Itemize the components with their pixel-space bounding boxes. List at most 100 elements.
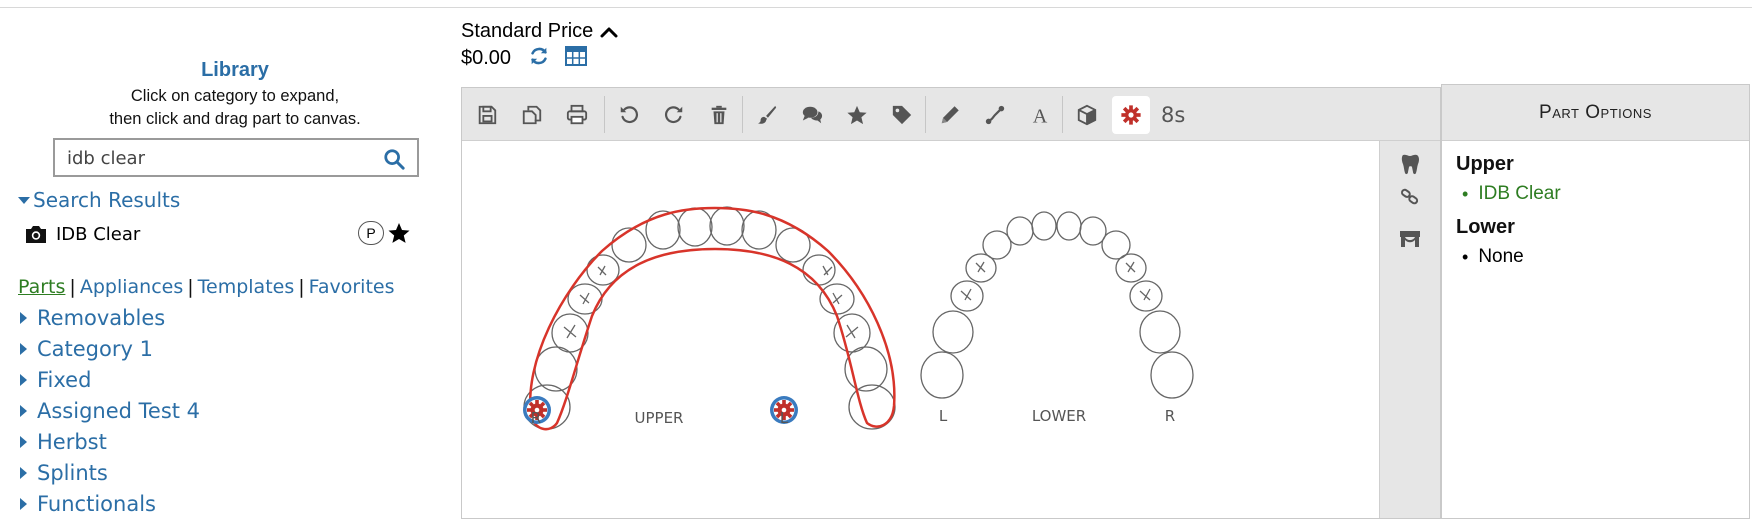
trash-icon[interactable]: [696, 92, 741, 137]
lower-heading: Lower: [1456, 216, 1515, 238]
settings-gear-icon[interactable]: [1112, 95, 1150, 134]
save-icon[interactable]: [464, 92, 509, 137]
bridge-icon[interactable]: [1395, 224, 1425, 254]
price-label: Standard Price: [461, 20, 594, 42]
draw-tools: A: [927, 88, 1062, 141]
category-item-splints[interactable]: Splints: [18, 457, 200, 488]
upper-arch[interactable]: [523, 206, 896, 430]
cube-icon[interactable]: [1064, 92, 1109, 137]
part-options-title: Part Options: [1442, 85, 1749, 141]
toolbar-divider: [925, 96, 926, 133]
search-results-toggle[interactable]: Search Results: [18, 188, 180, 212]
caret-right-icon: [20, 466, 27, 479]
library-nav: Parts | Appliances | Templates | Favorites: [18, 276, 394, 298]
upper-right-side-label: R: [531, 409, 541, 427]
caret-right-icon: [20, 373, 27, 386]
part-options-body: Upper IDB Clear Lower None: [1442, 141, 1749, 271]
lower-arch[interactable]: [920, 211, 1194, 399]
category-label: Splints: [37, 460, 108, 485]
library-title: Library: [201, 59, 269, 81]
autosave-timer: 8s: [1161, 102, 1186, 127]
svg-text:A: A: [1032, 105, 1047, 126]
chevron-up-icon: [600, 27, 618, 37]
lower-right-side-label: R: [1165, 407, 1175, 425]
caret-right-icon: [20, 497, 27, 510]
lower-arch-label: LOWER: [1032, 407, 1086, 425]
library-instructions: Click on category to expand, then click …: [0, 85, 470, 131]
instruction-line-2: then click and drag part to canvas.: [109, 110, 361, 128]
nav-templates-link[interactable]: Templates: [198, 276, 295, 298]
comments-icon[interactable]: [789, 92, 834, 137]
category-label: Functionals: [37, 491, 156, 516]
redo-icon[interactable]: [651, 92, 696, 137]
camera-icon[interactable]: [24, 223, 48, 245]
copy-icon[interactable]: [509, 92, 554, 137]
paintbrush-icon[interactable]: [744, 92, 789, 137]
edit-tools: [606, 88, 741, 141]
search-box: [53, 138, 419, 177]
annotate-tools: [744, 88, 924, 141]
library-panel: Library Click on category to expand, the…: [0, 0, 420, 522]
refresh-icon[interactable]: [528, 45, 550, 67]
star-icon[interactable]: [834, 92, 879, 137]
lower-left-side-label: L: [939, 407, 948, 425]
design-editor: A 8s R UPPER L L LOWER R: [461, 87, 1441, 519]
wire-icon[interactable]: [972, 92, 1017, 137]
print-icon[interactable]: [554, 92, 599, 137]
link-icon[interactable]: [1395, 182, 1425, 212]
file-tools: [464, 88, 599, 141]
nav-parts-link[interactable]: Parts: [18, 276, 65, 298]
category-item-functionals[interactable]: Functionals: [18, 488, 200, 519]
nav-separator: |: [69, 276, 76, 298]
design-canvas[interactable]: R UPPER L L LOWER R: [462, 141, 1379, 518]
pencil-icon[interactable]: [927, 92, 972, 137]
upper-part-item[interactable]: IDB Clear: [1456, 180, 1749, 208]
toolbar-divider: [742, 96, 743, 133]
tag-icon[interactable]: [879, 92, 924, 137]
price-toggle[interactable]: Standard Price: [461, 20, 619, 43]
nav-favorites-link[interactable]: Favorites: [309, 276, 395, 298]
lower-part-item: None: [1456, 243, 1749, 271]
upper-left-side-label: L: [780, 409, 789, 427]
category-label: Assigned Test 4: [37, 398, 201, 423]
text-icon[interactable]: A: [1017, 92, 1062, 137]
category-label: Herbst: [37, 429, 107, 454]
caret-right-icon: [20, 311, 27, 324]
nav-separator: |: [298, 276, 305, 298]
favorite-star-icon[interactable]: [387, 221, 411, 245]
search-result-label: IDB Clear: [56, 223, 141, 245]
category-label: Category 1: [37, 336, 153, 361]
search-result-item[interactable]: IDB Clear P: [24, 219, 414, 249]
price-table-icon[interactable]: [565, 46, 587, 66]
nav-appliances-link[interactable]: Appliances: [80, 276, 183, 298]
caret-right-icon: [20, 342, 27, 355]
toolbar-divider: [604, 96, 605, 133]
search-results-label: Search Results: [33, 188, 181, 212]
editor-toolbar: A 8s: [462, 88, 1440, 141]
caret-right-icon: [20, 435, 27, 448]
category-item-herbst[interactable]: Herbst: [18, 426, 200, 457]
category-item-removables[interactable]: Removables: [18, 302, 200, 333]
tooth-icon[interactable]: [1395, 149, 1425, 179]
upper-heading: Upper: [1456, 153, 1514, 175]
category-item-category-1[interactable]: Category 1: [18, 333, 200, 364]
view-tools: 8s: [1064, 88, 1185, 141]
lower-part-list: None: [1456, 243, 1749, 271]
undo-icon[interactable]: [606, 92, 651, 137]
category-label: Removables: [37, 305, 166, 330]
side-toolbar: [1379, 141, 1440, 518]
toolbar-divider: [1062, 96, 1063, 133]
category-item-fixed[interactable]: Fixed: [18, 364, 200, 395]
search-icon[interactable]: [383, 148, 405, 170]
category-label: Fixed: [37, 367, 92, 392]
part-type-badge: P: [358, 221, 384, 245]
nav-separator: |: [187, 276, 194, 298]
category-item-assigned-test-4[interactable]: Assigned Test 4: [18, 395, 200, 426]
caret-right-icon: [20, 404, 27, 417]
arch-drawing[interactable]: R UPPER L L LOWER R: [462, 141, 1379, 518]
part-options-panel: Part Options Upper IDB Clear Lower None: [1441, 84, 1750, 519]
search-input[interactable]: [67, 146, 367, 170]
category-list: Removables Category 1 Fixed Assigned Tes…: [18, 302, 200, 519]
price-value: $0.00: [461, 47, 512, 69]
caret-down-icon: [18, 196, 30, 204]
